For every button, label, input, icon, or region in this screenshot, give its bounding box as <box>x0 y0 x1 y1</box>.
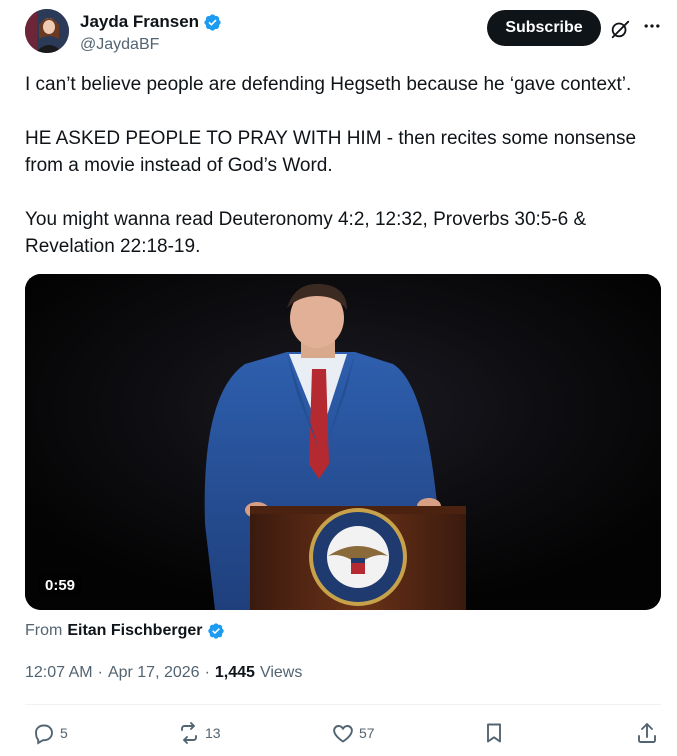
meta-separator: · <box>204 664 210 681</box>
tweet-text-line-5: Revelation 22:18-19. <box>25 236 201 257</box>
author-name-row: Jayda Fransen <box>80 11 222 33</box>
tweet-text-line-2: HE ASKED PEOPLE TO PRAY WITH HIM - then … <box>25 128 637 149</box>
source-prefix: From <box>25 622 63 639</box>
like-button[interactable]: 57 <box>331 720 375 746</box>
reply-button[interactable]: 5 <box>32 720 68 746</box>
video-player[interactable]: 0:59 <box>25 274 661 610</box>
author-name[interactable]: Jayda Fransen <box>80 12 199 32</box>
share-icon <box>638 723 656 743</box>
repost-count: 13 <box>205 725 221 741</box>
reply-count: 5 <box>60 725 68 741</box>
tweet-text-line-4: You might wanna read Deuteronomy 4:2, 12… <box>25 209 587 230</box>
bookmark-icon <box>487 723 501 743</box>
tweet-text-line-1: I can’t believe people are defending Heg… <box>25 74 632 95</box>
source-author-link[interactable]: Eitan Fischberger <box>67 622 202 640</box>
views-count: 1,445 <box>214 664 255 681</box>
verified-badge-icon <box>208 623 225 639</box>
tweet-date[interactable]: Apr 17, 2026 <box>108 664 200 682</box>
meta-separator: · <box>97 664 103 681</box>
verified-badge-icon <box>204 13 221 31</box>
grok-icon[interactable] <box>609 18 631 40</box>
tweet-time[interactable]: 12:07 AM <box>25 664 93 682</box>
share-button[interactable] <box>635 720 659 746</box>
reply-icon <box>35 724 53 745</box>
views-label: Views <box>259 664 303 681</box>
video-duration: 0:59 <box>39 575 82 596</box>
avatar[interactable] <box>25 9 69 53</box>
tweet-text-line-3: from a movie instead of God’s Word. <box>25 155 333 176</box>
like-count: 57 <box>359 725 375 741</box>
tweet-meta: 12:07 AM · Apr 17, 2026 · 1,445 Views <box>25 664 302 682</box>
media-source: From Eitan Fischberger <box>25 622 225 640</box>
repost-icon <box>181 722 197 744</box>
more-options-icon[interactable] <box>640 14 664 38</box>
subscribe-button[interactable]: Subscribe <box>487 10 601 46</box>
author-handle[interactable]: @JaydaBF <box>80 36 159 54</box>
divider <box>25 704 661 705</box>
bookmark-button[interactable] <box>482 720 506 746</box>
heart-icon <box>333 725 353 743</box>
repost-button[interactable]: 13 <box>177 720 221 746</box>
video-frame <box>25 274 661 610</box>
